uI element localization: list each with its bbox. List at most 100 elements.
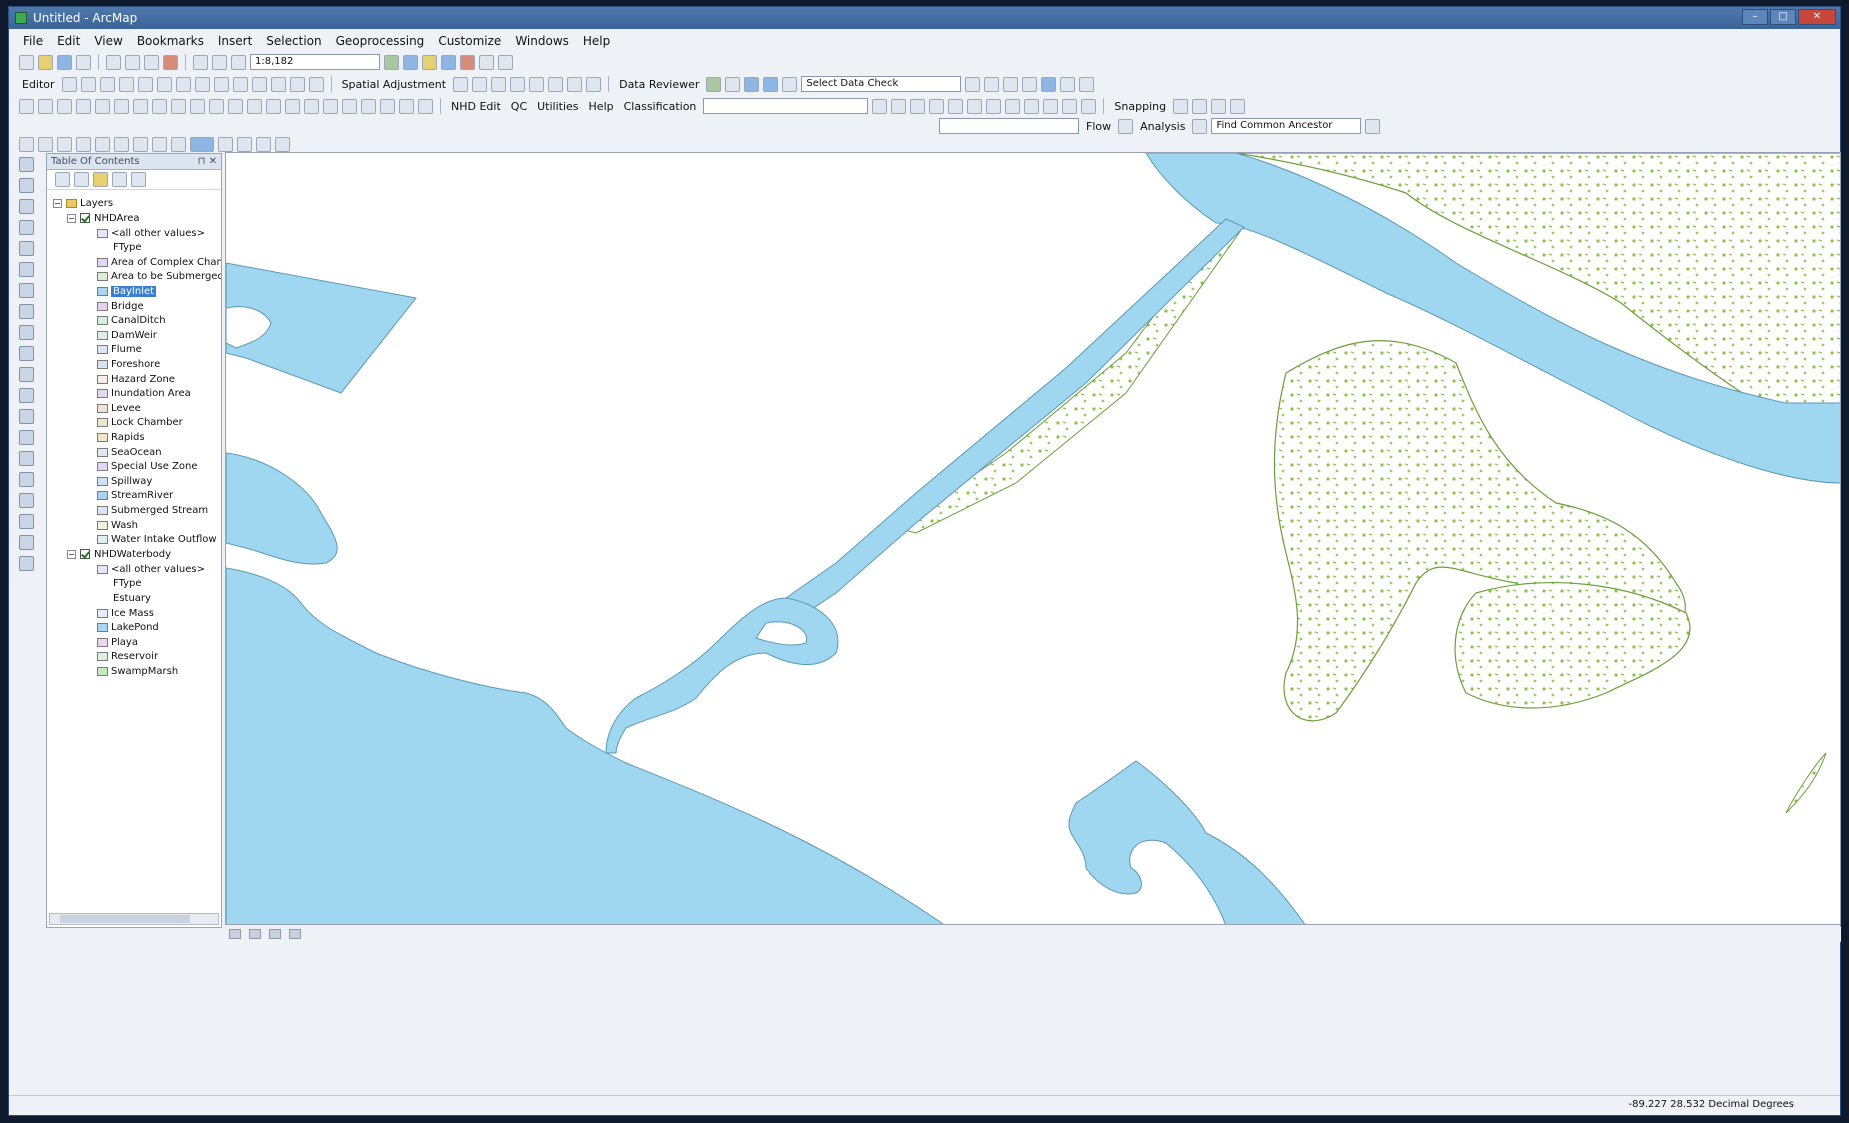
batch-validate-icon[interactable] (744, 76, 760, 92)
run-data-check-icon[interactable] (965, 76, 981, 92)
view-link-table-icon[interactable] (586, 76, 602, 92)
legend-class-row[interactable]: SwampMarsh (97, 664, 178, 678)
legend-class-row[interactable]: Levee (97, 401, 141, 415)
go-forward-extent-icon[interactable] (76, 136, 91, 152)
classify-tool-10-icon[interactable] (1043, 98, 1059, 114)
full-extent-icon[interactable] (18, 220, 34, 235)
classify-tool-2-icon[interactable] (891, 98, 907, 114)
menu-selection[interactable]: Selection (266, 34, 321, 48)
qc-menu[interactable]: QC (508, 100, 530, 113)
selection-window-icon[interactable] (1041, 76, 1057, 92)
trace-icon[interactable] (137, 76, 153, 92)
go-back-extent-icon[interactable] (57, 136, 72, 152)
toc-horizontal-scrollbar[interactable] (49, 913, 219, 925)
find-icon[interactable] (152, 136, 167, 152)
nhd-tool-14-icon[interactable] (266, 98, 281, 114)
trace-task-combo[interactable]: Find Common Ancestor (1211, 118, 1362, 134)
add-data-icon[interactable] (231, 54, 246, 70)
spatial-adjustment-menu[interactable]: Spatial Adjustment (339, 78, 450, 91)
nhd-tool-6-icon[interactable] (114, 98, 129, 114)
print-preview-icon[interactable] (275, 136, 290, 152)
help-menu[interactable]: Help (586, 100, 617, 113)
network-combo[interactable] (939, 118, 1079, 134)
list-by-selection-icon[interactable] (112, 172, 127, 187)
zoom-out-fixed-icon[interactable] (38, 136, 53, 152)
legend-class-row[interactable]: <all other values> (97, 562, 205, 576)
pin-icon[interactable]: ⊓ ✕ (198, 156, 217, 167)
map-canvas[interactable] (226, 153, 1841, 925)
menu-windows[interactable]: Windows (515, 34, 569, 48)
layer-row-nhdwaterbody[interactable]: − NHDWaterbody (67, 547, 171, 561)
legend-class-row[interactable]: BayInlet (97, 284, 157, 298)
vertex-snapping-icon[interactable] (1211, 98, 1227, 114)
legend-class-row[interactable]: Reservoir (97, 650, 158, 664)
data-view-button[interactable] (229, 929, 241, 939)
save-icon[interactable] (57, 54, 72, 70)
nhd-edit-menu[interactable]: NHD Edit (448, 100, 504, 113)
legend-class-row[interactable]: SeaOcean (97, 445, 162, 459)
delete-icon[interactable] (163, 54, 178, 70)
flag-missing-features-icon[interactable] (1022, 76, 1038, 92)
classify-tool-8-icon[interactable] (1005, 98, 1021, 114)
nhd-tool-2-icon[interactable] (38, 98, 53, 114)
list-by-drawing-order-icon[interactable] (55, 172, 70, 187)
nhd-tool-21-icon[interactable] (399, 98, 414, 114)
create-features-icon[interactable] (308, 76, 324, 92)
python-window-icon[interactable] (479, 54, 494, 70)
classify-tool-6-icon[interactable] (967, 98, 983, 114)
zoom-out-icon[interactable] (18, 178, 34, 193)
legend-class-row[interactable]: FType (113, 577, 142, 591)
time-slider-icon[interactable] (18, 535, 34, 550)
zoom-in-fixed-icon[interactable] (19, 136, 34, 152)
menu-edit[interactable]: Edit (57, 34, 80, 48)
editor-toolbar-icon[interactable] (384, 54, 399, 70)
multiple-displacement-links-icon[interactable] (510, 76, 526, 92)
legend-class-row[interactable]: Water Intake Outflow (97, 533, 217, 547)
commit-to-reviewer-icon[interactable] (1079, 76, 1095, 92)
list-by-source-icon[interactable] (74, 172, 89, 187)
edge-snapping-icon[interactable] (1230, 98, 1246, 114)
clear-limited-adjustment-area-icon[interactable] (567, 76, 583, 92)
straight-segment-icon[interactable] (99, 76, 115, 92)
legend-class-row[interactable]: Bridge (97, 299, 144, 313)
browse-features-icon[interactable] (782, 76, 798, 92)
modify-link-icon[interactable] (491, 76, 507, 92)
classification-combo[interactable] (703, 98, 869, 114)
nhd-tool-11-icon[interactable] (209, 98, 224, 114)
nhd-tool-18-icon[interactable] (342, 98, 357, 114)
classify-tool-5-icon[interactable] (948, 98, 964, 114)
create-viewer-window-icon[interactable] (18, 556, 34, 571)
attributes-icon[interactable] (270, 76, 286, 92)
find-tool-icon[interactable] (18, 472, 34, 487)
maximize-button[interactable]: □ (1770, 9, 1796, 25)
open-icon[interactable] (38, 54, 53, 70)
paste-icon[interactable] (144, 54, 159, 70)
measure-tool-icon[interactable] (18, 451, 34, 466)
select-elements-icon[interactable] (453, 76, 469, 92)
html-popup-tool-icon[interactable] (18, 430, 34, 445)
split-icon[interactable] (232, 76, 248, 92)
legend-class-row[interactable]: DamWeir (97, 328, 157, 342)
flow-tool-icon[interactable] (1118, 118, 1134, 134)
editor-menu[interactable]: Editor (19, 78, 58, 91)
arctoolbox-icon[interactable] (460, 54, 475, 70)
legend-class-row[interactable]: Foreshore (97, 357, 160, 371)
minimize-button[interactable]: – (1742, 9, 1768, 25)
close-button[interactable]: ✕ (1798, 9, 1836, 25)
classify-tool-3-icon[interactable] (910, 98, 926, 114)
reviewer-session-icon[interactable] (706, 76, 722, 92)
collapse-icon[interactable]: − (53, 198, 62, 208)
legend-class-row[interactable]: FType (113, 241, 142, 255)
classify-tool-7-icon[interactable] (986, 98, 1002, 114)
hyperlink-tool-icon[interactable] (18, 409, 34, 424)
nhd-tool-12-icon[interactable] (228, 98, 243, 114)
fixed-zoom-in-icon[interactable] (18, 241, 34, 256)
snapping-menu[interactable]: Snapping (1111, 100, 1169, 113)
globe-icon[interactable] (763, 76, 779, 92)
legend-class-row[interactable]: Estuary (113, 591, 151, 605)
legend-class-row[interactable]: Hazard Zone (97, 372, 175, 386)
legend-class-row[interactable]: Wash (97, 518, 138, 532)
hyperlink-icon[interactable] (171, 136, 186, 152)
reshape-icon[interactable] (194, 76, 210, 92)
new-limited-adjustment-area-icon[interactable] (548, 76, 564, 92)
